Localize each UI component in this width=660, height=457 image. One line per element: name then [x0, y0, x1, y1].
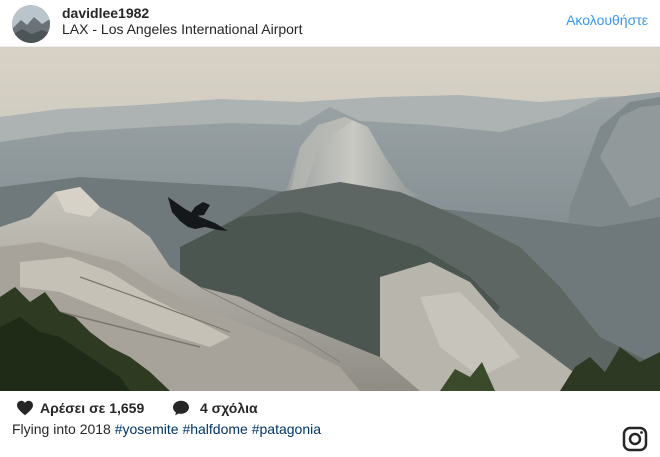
post-header: davidlee1982 LAX - Los Angeles Internati… — [0, 0, 660, 46]
comments-count[interactable]: 4 σχόλια — [200, 400, 258, 416]
post-caption: Flying into 2018 #yosemite #halfdome #pa… — [12, 421, 321, 437]
likes-count[interactable]: Αρέσει σε 1,659 — [40, 400, 144, 416]
heart-icon[interactable] — [16, 400, 34, 421]
hashtag-link[interactable]: #yosemite — [115, 421, 179, 437]
instagram-icon[interactable] — [622, 426, 648, 457]
location-link[interactable]: LAX - Los Angeles International Airport — [62, 21, 302, 37]
username[interactable]: davidlee1982 — [62, 5, 149, 21]
hashtag-link[interactable]: #patagonia — [252, 421, 321, 437]
post-photo[interactable] — [0, 46, 660, 391]
follow-button[interactable]: Ακολουθήστε — [566, 12, 648, 28]
post-actions: Αρέσει σε 1,659 4 σχόλια — [0, 396, 660, 420]
avatar[interactable] — [12, 5, 50, 43]
hashtag-link[interactable]: #halfdome — [182, 421, 247, 437]
caption-text: Flying into 2018 — [12, 421, 111, 437]
comment-bubble-icon[interactable] — [172, 400, 190, 421]
